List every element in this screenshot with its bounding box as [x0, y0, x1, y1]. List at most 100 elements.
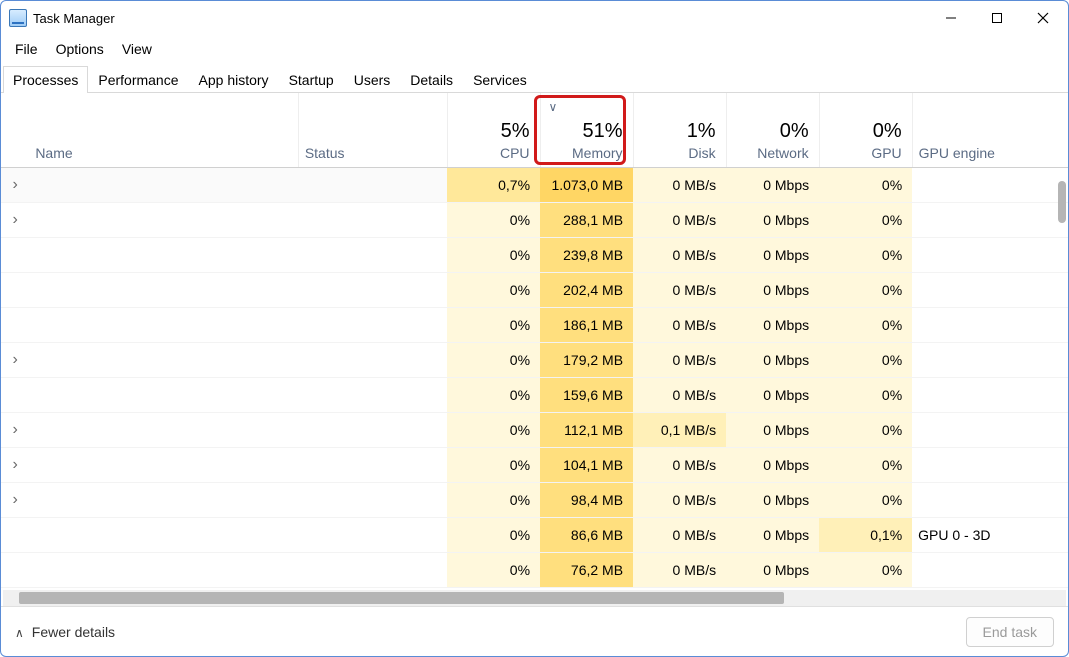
- process-grid-wrap: Name Status 5% CPU: [1, 93, 1068, 590]
- cell-memory: 112,1 MB: [540, 412, 633, 447]
- tab-details[interactable]: Details: [400, 66, 463, 93]
- cell-gpu-engine: [912, 272, 1068, 307]
- cell-name: [29, 272, 298, 307]
- cell-gpu: 0%: [819, 307, 912, 342]
- cell-network: 0 Mbps: [726, 237, 819, 272]
- expand-toggle[interactable]: [1, 447, 29, 482]
- cell-disk: 0 MB/s: [633, 237, 726, 272]
- cell-name: [29, 307, 298, 342]
- cell-gpu: 0%: [819, 202, 912, 237]
- cell-memory: 76,2 MB: [540, 552, 633, 587]
- close-button[interactable]: [1020, 3, 1066, 33]
- main-area: Name Status 5% CPU: [1, 93, 1068, 606]
- table-row[interactable]: 0%239,8 MB0 MB/s0 Mbps0%: [1, 237, 1068, 272]
- table-row[interactable]: 0,7%1.073,0 MB0 MB/s0 Mbps0%: [1, 167, 1068, 202]
- chevron-right-icon: [12, 491, 17, 509]
- tab-services[interactable]: Services: [463, 66, 537, 93]
- horizontal-scrollbar[interactable]: [3, 590, 1066, 606]
- cell-status: [298, 342, 447, 377]
- process-table: Name Status 5% CPU: [1, 93, 1068, 588]
- cell-cpu: 0,7%: [447, 167, 540, 202]
- cell-cpu: 0%: [447, 552, 540, 587]
- cell-gpu-engine: [912, 307, 1068, 342]
- cell-gpu-engine: GPU 0 - 3D: [912, 517, 1068, 552]
- cell-cpu: 0%: [447, 482, 540, 517]
- cell-gpu-engine: [912, 342, 1068, 377]
- cell-gpu-engine: [912, 447, 1068, 482]
- cell-cpu: 0%: [447, 377, 540, 412]
- cell-gpu: 0%: [819, 237, 912, 272]
- expand-toggle: [1, 552, 29, 587]
- minimize-icon: [945, 12, 957, 24]
- cell-name: [29, 482, 298, 517]
- col-header-network[interactable]: 0% Network: [726, 93, 819, 167]
- tab-startup[interactable]: Startup: [279, 66, 344, 93]
- vertical-scrollbar[interactable]: [1054, 167, 1068, 590]
- table-row[interactable]: 0%202,4 MB0 MB/s0 Mbps0%: [1, 272, 1068, 307]
- titlebar[interactable]: Task Manager: [1, 1, 1068, 35]
- col-header-disk[interactable]: 1% Disk: [633, 93, 726, 167]
- tab-processes[interactable]: Processes: [3, 66, 88, 93]
- close-icon: [1037, 12, 1049, 24]
- tab-performance[interactable]: Performance: [88, 66, 188, 93]
- table-row[interactable]: 0%104,1 MB0 MB/s0 Mbps0%: [1, 447, 1068, 482]
- cell-cpu: 0%: [447, 272, 540, 307]
- maximize-button[interactable]: [974, 3, 1020, 33]
- menu-file[interactable]: File: [6, 37, 47, 61]
- menu-options[interactable]: Options: [47, 37, 113, 61]
- expand-toggle[interactable]: [1, 167, 29, 202]
- cell-cpu: 0%: [447, 342, 540, 377]
- cell-gpu: 0%: [819, 482, 912, 517]
- table-row[interactable]: 0%86,6 MB0 MB/s0 Mbps0,1%GPU 0 - 3D: [1, 517, 1068, 552]
- expand-toggle[interactable]: [1, 412, 29, 447]
- cell-name: [29, 447, 298, 482]
- sort-indicator-icon: [549, 99, 558, 114]
- cell-gpu-engine: [912, 552, 1068, 587]
- table-row[interactable]: 0%186,1 MB0 MB/s0 Mbps0%: [1, 307, 1068, 342]
- expand-toggle: [1, 307, 29, 342]
- expand-toggle[interactable]: [1, 342, 29, 377]
- chevron-right-icon: [12, 351, 17, 369]
- end-task-button[interactable]: End task: [966, 617, 1054, 647]
- cell-status: [298, 272, 447, 307]
- cell-network: 0 Mbps: [726, 307, 819, 342]
- cell-network: 0 Mbps: [726, 377, 819, 412]
- cell-cpu: 0%: [447, 202, 540, 237]
- vertical-scroll-thumb[interactable]: [1058, 181, 1066, 223]
- menu-view[interactable]: View: [113, 37, 161, 61]
- cell-memory: 239,8 MB: [540, 237, 633, 272]
- tab-app-history[interactable]: App history: [189, 66, 279, 93]
- expand-toggle[interactable]: [1, 482, 29, 517]
- expand-toggle[interactable]: [1, 202, 29, 237]
- horizontal-scroll-thumb[interactable]: [19, 592, 784, 604]
- col-header-name[interactable]: Name: [29, 93, 298, 167]
- col-header-cpu[interactable]: 5% CPU: [447, 93, 540, 167]
- col-header-memory[interactable]: 51% Memory: [540, 93, 633, 167]
- tab-users[interactable]: Users: [344, 66, 401, 93]
- cell-status: [298, 517, 447, 552]
- cell-network: 0 Mbps: [726, 552, 819, 587]
- cell-network: 0 Mbps: [726, 202, 819, 237]
- col-header-gpu-engine[interactable]: GPU engine: [912, 93, 1068, 167]
- col-header-gpu[interactable]: 0% GPU: [819, 93, 912, 167]
- tabstrip: Processes Performance App history Startu…: [1, 63, 1068, 93]
- table-row[interactable]: 0%76,2 MB0 MB/s0 Mbps0%: [1, 552, 1068, 587]
- col-header-expand[interactable]: [1, 93, 29, 167]
- table-row[interactable]: 0%288,1 MB0 MB/s0 Mbps0%: [1, 202, 1068, 237]
- table-row[interactable]: 0%98,4 MB0 MB/s0 Mbps0%: [1, 482, 1068, 517]
- cell-cpu: 0%: [447, 412, 540, 447]
- cell-disk: 0 MB/s: [633, 377, 726, 412]
- fewer-details-toggle[interactable]: Fewer details: [15, 624, 115, 640]
- table-row[interactable]: 0%179,2 MB0 MB/s0 Mbps0%: [1, 342, 1068, 377]
- window-controls: [928, 3, 1066, 33]
- cell-disk: 0 MB/s: [633, 342, 726, 377]
- minimize-button[interactable]: [928, 3, 974, 33]
- task-manager-window: Task Manager File Options View Processes…: [0, 0, 1069, 657]
- table-row[interactable]: 0%159,6 MB0 MB/s0 Mbps0%: [1, 377, 1068, 412]
- cell-disk: 0 MB/s: [633, 202, 726, 237]
- col-header-status[interactable]: Status: [298, 93, 447, 167]
- footer: Fewer details End task: [1, 606, 1068, 656]
- cell-gpu: 0%: [819, 412, 912, 447]
- cell-memory: 179,2 MB: [540, 342, 633, 377]
- table-row[interactable]: 0%112,1 MB0,1 MB/s0 Mbps0%: [1, 412, 1068, 447]
